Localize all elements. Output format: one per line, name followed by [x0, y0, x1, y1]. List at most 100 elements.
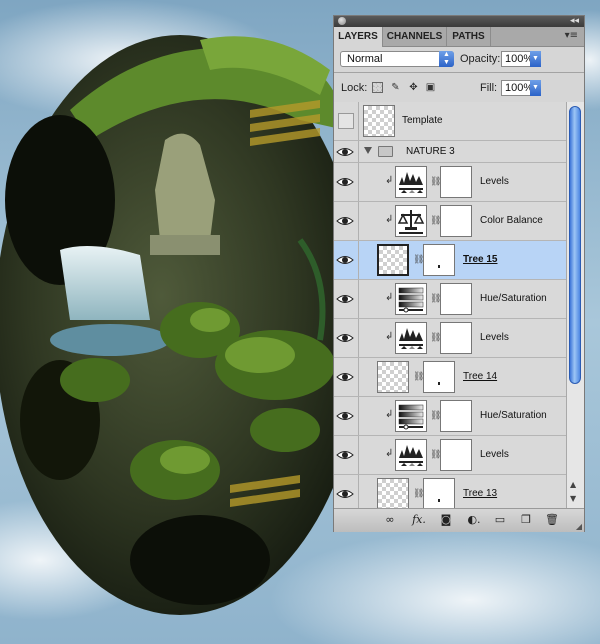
layer-row[interactable]: ⛓ Tree 15	[334, 241, 566, 280]
trash-icon[interactable]: 🗑	[544, 513, 560, 527]
adjustment-layer-icon[interactable]: ◐.	[466, 513, 482, 527]
layer-row[interactable]: ↲ ⛓ Levels	[334, 163, 566, 202]
layer-name: Color Balance	[480, 215, 543, 226]
visibility-toggle[interactable]	[338, 113, 354, 129]
lock-brush-icon[interactable]: ✎	[390, 82, 401, 93]
panel-tabs: LAYERS CHANNELS PATHS ▾≡	[334, 27, 584, 47]
fill-input[interactable]: 100% ▼	[501, 80, 541, 96]
clipping-arrow-icon: ↲	[385, 331, 394, 342]
eye-icon[interactable]	[336, 291, 354, 307]
eye-icon[interactable]	[336, 408, 354, 424]
layer-mask-thumbnail[interactable]	[440, 400, 472, 432]
visibility-divider	[358, 102, 359, 140]
clipping-arrow-icon: ↲	[385, 409, 394, 420]
opacity-label: Opacity:	[460, 53, 501, 65]
hue-saturation-icon[interactable]	[395, 400, 427, 432]
resize-grip-icon[interactable]: ◢	[576, 522, 582, 531]
mask-link-icon[interactable]: ⛓	[430, 332, 441, 344]
panel-menu-icon[interactable]: ▾≡	[565, 30, 578, 41]
fill-label: Fill:	[480, 82, 498, 94]
new-group-icon[interactable]: ▭	[492, 513, 508, 527]
layer-mask-thumbnail[interactable]	[440, 283, 472, 315]
layer-name: Template	[402, 115, 443, 126]
opacity-dropdown-icon[interactable]: ▼	[530, 51, 541, 67]
panel-titlebar[interactable]: ◂◂	[334, 16, 584, 27]
eye-icon[interactable]	[336, 213, 354, 229]
layer-row[interactable]: ↲ ⛓ Hue/Saturation	[334, 280, 566, 319]
eye-icon[interactable]	[336, 144, 354, 160]
fill-dropdown-icon[interactable]: ▼	[530, 80, 541, 96]
eye-icon[interactable]	[336, 252, 354, 268]
collapse-icon[interactable]: ◂◂	[570, 16, 579, 27]
color-balance-icon[interactable]	[395, 205, 427, 237]
blend-opacity-row: Normal ▲ ▼ Opacity: 100% ▼	[334, 47, 584, 71]
lock-fill-row: Lock: ✎ ✥ ▣ Fill: 100% ▼	[334, 76, 584, 100]
mask-link-icon[interactable]: ⛓	[413, 254, 424, 266]
layer-row[interactable]: ⛓ Tree 14	[334, 358, 566, 397]
layer-mask-thumbnail[interactable]	[440, 166, 472, 198]
layer-mask-thumbnail[interactable]	[440, 439, 472, 471]
visibility-divider	[358, 319, 359, 357]
opacity-input[interactable]: 100% ▼	[501, 51, 541, 67]
scrollbar-thumb[interactable]	[569, 106, 581, 384]
visibility-divider	[358, 475, 359, 508]
new-layer-icon[interactable]: ❐	[518, 513, 534, 527]
layer-thumbnail[interactable]	[377, 244, 409, 276]
group-expand-triangle-icon[interactable]	[364, 147, 372, 154]
clipping-arrow-icon: ↲	[385, 214, 394, 225]
layer-name: NATURE 3	[406, 146, 455, 157]
panel-bottom-toolbar: ∞ fx. ◙ ◐. ▭ ❐ 🗑 ◢	[334, 508, 584, 532]
levels-icon[interactable]	[395, 166, 427, 198]
tab-channels[interactable]: CHANNELS	[383, 27, 447, 46]
levels-icon[interactable]	[395, 439, 427, 471]
layer-thumbnail[interactable]	[377, 478, 409, 508]
layer-mask-thumbnail[interactable]	[440, 205, 472, 237]
layer-mask-thumbnail[interactable]	[440, 322, 472, 354]
mask-link-icon[interactable]: ⛓	[430, 215, 441, 227]
layer-row[interactable]: ↲ ⛓ Hue/Saturation	[334, 397, 566, 436]
layer-name: Levels	[480, 176, 509, 187]
layer-mask-thumbnail[interactable]	[423, 361, 455, 393]
layer-group-row[interactable]: NATURE 3	[334, 141, 566, 163]
blend-mode-select[interactable]: Normal ▲ ▼	[340, 51, 454, 67]
eye-icon[interactable]	[336, 447, 354, 463]
clipping-arrow-icon: ↲	[385, 292, 394, 303]
layers-scrollbar[interactable]: ▲ ▼	[566, 102, 584, 508]
layer-name: Levels	[480, 449, 509, 460]
hue-saturation-icon[interactable]	[395, 283, 427, 315]
close-icon[interactable]	[338, 17, 346, 25]
opacity-value: 100%	[505, 53, 534, 65]
layer-mask-thumbnail[interactable]	[423, 478, 455, 508]
eye-icon[interactable]	[336, 369, 354, 385]
layer-row[interactable]: ⛓ Tree 13	[334, 475, 566, 508]
updown-arrow-icon[interactable]: ▲ ▼	[439, 51, 454, 67]
levels-icon[interactable]	[395, 322, 427, 354]
lock-move-icon[interactable]: ✥	[408, 82, 419, 93]
link-layers-icon[interactable]: ∞	[382, 513, 398, 527]
layer-row[interactable]: ↲ ⛓ Levels	[334, 319, 566, 358]
scroll-down-icon[interactable]: ▼	[570, 494, 576, 503]
layer-row[interactable]: ↲ ⛓ Color Balance	[334, 202, 566, 241]
eye-icon[interactable]	[336, 174, 354, 190]
layer-row[interactable]: ↲ ⛓ Levels	[334, 436, 566, 475]
layer-row[interactable]: Template	[334, 102, 566, 141]
add-mask-icon[interactable]: ◙	[438, 513, 454, 527]
layer-mask-thumbnail[interactable]	[423, 244, 455, 276]
layer-thumbnail[interactable]	[363, 105, 395, 137]
mask-link-icon[interactable]: ⛓	[430, 176, 441, 188]
eye-icon[interactable]	[336, 486, 354, 502]
tab-paths[interactable]: PATHS	[447, 27, 491, 46]
eye-icon[interactable]	[336, 330, 354, 346]
mask-link-icon[interactable]: ⛓	[430, 410, 441, 422]
scroll-up-icon[interactable]: ▲	[570, 480, 576, 489]
visibility-divider	[358, 163, 359, 201]
mask-link-icon[interactable]: ⛓	[413, 488, 424, 500]
lock-all-icon[interactable]: ▣	[425, 82, 436, 93]
lock-transparency-icon[interactable]	[372, 82, 383, 93]
layer-thumbnail[interactable]	[377, 361, 409, 393]
mask-link-icon[interactable]: ⛓	[413, 371, 424, 383]
mask-link-icon[interactable]: ⛓	[430, 293, 441, 305]
fx-icon[interactable]: fx.	[410, 513, 428, 527]
tab-layers[interactable]: LAYERS	[334, 27, 383, 47]
mask-link-icon[interactable]: ⛓	[430, 449, 441, 461]
